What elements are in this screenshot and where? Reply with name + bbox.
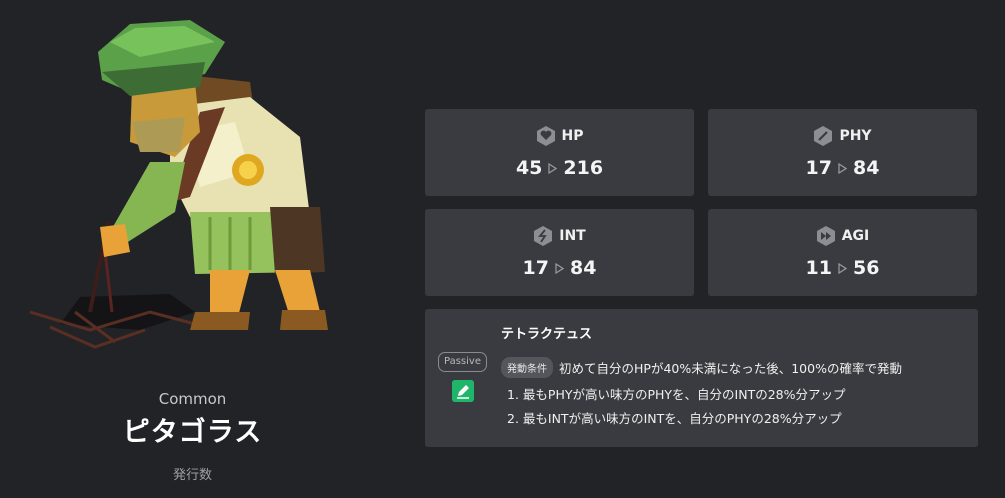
rarity-label: Common — [158, 390, 227, 408]
stat-label: HP — [561, 128, 584, 144]
sword-icon — [814, 126, 833, 146]
stat-max-value: 84 — [853, 157, 880, 179]
stat-card-agi: AGI 11 56 — [708, 209, 977, 296]
stat-base-value: 17 — [522, 257, 549, 279]
character-illustration — [29, 20, 328, 349]
fast-forward-icon — [816, 226, 835, 246]
skill-effects: 1. 最もPHYが高い味方のPHYを、自分のINTの28%分アップ 2. 最もI… — [507, 386, 846, 434]
stat-card-int: INT 17 84 — [425, 209, 694, 296]
list-item: 2. 最もINTが高い味方のINTを、自分のPHYの28%分アップ — [507, 411, 842, 426]
stat-label: AGI — [841, 228, 870, 244]
stat-base-value: 11 — [805, 257, 832, 279]
character-name: ピタゴラス — [122, 417, 263, 448]
arrow-right-icon — [555, 262, 564, 274]
condition-tag: 発動条件 — [501, 357, 553, 378]
arrow-right-icon — [548, 162, 558, 174]
passive-badge: Passive — [438, 352, 487, 372]
stat-base-value: 17 — [805, 157, 832, 179]
heart-icon — [536, 126, 555, 146]
stat-card-hp: HP 45 216 — [425, 109, 694, 196]
list-item: 1. 最もPHYが高い味方のPHYを、自分のINTの28%分アップ — [507, 387, 846, 402]
stat-card-phy: PHY 17 84 — [708, 109, 977, 196]
stat-label: PHY — [839, 128, 872, 144]
arrow-right-icon — [838, 162, 847, 174]
lightning-icon — [534, 226, 553, 246]
skill-name: テトラクテュス — [501, 327, 593, 342]
stat-max-value: 84 — [570, 257, 597, 279]
arrow-right-icon — [838, 262, 847, 274]
skill-condition: 発動条件 初めて自分のHPが40%未満になった後、100%の確率で発動 — [501, 357, 902, 378]
condition-text: 初めて自分のHPが40%未満になった後、100%の確率で発動 — [559, 361, 902, 376]
stat-base-value: 45 — [515, 157, 543, 179]
stat-max-value: 56 — [853, 257, 880, 279]
pencil-icon — [452, 380, 474, 402]
stat-max-value: 216 — [563, 157, 604, 179]
issue-count-label: 発行数 — [172, 468, 212, 483]
stat-label: INT — [559, 228, 586, 244]
skill-card: Passive テトラクテュス 発動条件 初めて自分のHPが40%未満になった後… — [425, 309, 978, 447]
